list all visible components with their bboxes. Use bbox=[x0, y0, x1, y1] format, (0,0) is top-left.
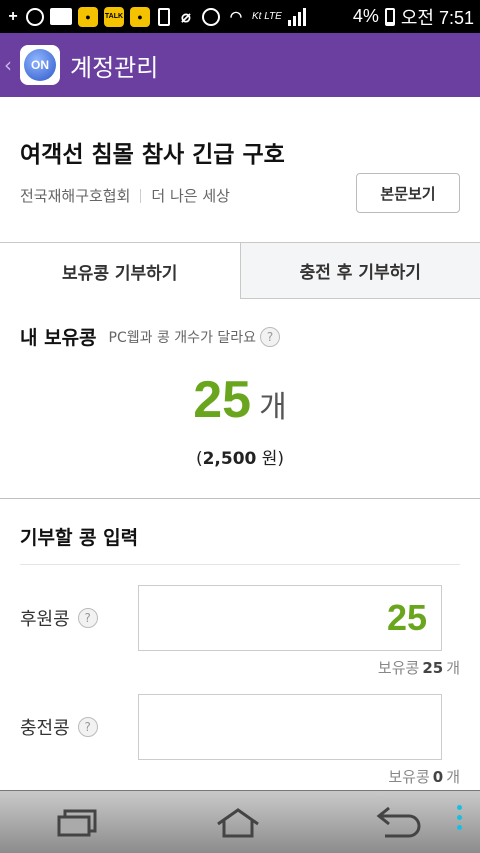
chevron-left-icon[interactable]: ‹ bbox=[4, 53, 20, 77]
alarm-icon bbox=[202, 7, 220, 26]
donation-tabs: 보유콩 기부하기 충전 후 기부하기 bbox=[0, 243, 480, 299]
help-icon[interactable]: ? bbox=[260, 326, 281, 347]
app-logo[interactable]: ON bbox=[20, 45, 60, 85]
donate-input-section: 기부할 콩 입력 후원콩 ? 25 보유콩 25 개 충전콩 ? 보유콩 0 개 bbox=[0, 499, 480, 787]
status-right: 4% 오전 7:51 bbox=[353, 4, 474, 30]
help-icon[interactable]: ? bbox=[77, 717, 98, 737]
app-title: 계정관리 bbox=[70, 53, 159, 82]
mute-icon: ⌀ bbox=[181, 8, 191, 26]
charge-beans-input[interactable] bbox=[138, 694, 442, 760]
charge-beans-label: 충전콩 ? bbox=[20, 714, 138, 740]
charge-beans-label-text: 충전콩 bbox=[20, 718, 70, 739]
support-beans-value: 25 bbox=[386, 597, 427, 638]
menu-icon[interactable] bbox=[457, 805, 462, 830]
support-beans-hint: 보유콩 25 개 bbox=[20, 657, 460, 678]
alarm-icon bbox=[26, 7, 44, 26]
recent-apps-icon[interactable] bbox=[57, 807, 101, 837]
campaign-slogan: 더 나은 세상 bbox=[151, 187, 230, 205]
charge-beans-hint: 보유콩 0 개 bbox=[20, 766, 460, 787]
hint-unit: 개 bbox=[446, 768, 460, 786]
gallery-icon bbox=[50, 8, 72, 25]
support-beans-row: 후원콩 ? 25 bbox=[20, 585, 460, 651]
app-logo-text: ON bbox=[24, 49, 56, 81]
organization-name: 전국재해구호협회 bbox=[20, 187, 131, 205]
view-content-button[interactable]: 본문보기 bbox=[356, 173, 460, 213]
system-icons: ⌀ ◠ Kt LTE bbox=[158, 7, 306, 27]
help-icon[interactable]: ? bbox=[77, 608, 98, 628]
tab-donate-owned[interactable]: 보유콩 기부하기 bbox=[0, 243, 240, 299]
battery-icon bbox=[384, 7, 395, 26]
won-unit: 원) bbox=[261, 449, 285, 469]
system-nav-bar bbox=[0, 790, 480, 853]
plus-icon: + bbox=[6, 6, 20, 27]
won-amount: 2,500 bbox=[202, 449, 257, 469]
signal-icon bbox=[287, 7, 306, 26]
hint-unit: 개 bbox=[446, 659, 460, 677]
support-beans-label-text: 후원콩 bbox=[20, 609, 70, 630]
beans-count: 25 bbox=[193, 371, 252, 429]
app-bar: ‹ ON 계정관리 bbox=[0, 33, 480, 97]
kakao-icon: ● bbox=[78, 6, 98, 27]
charge-beans-row: 충전콩 ? bbox=[20, 694, 460, 760]
screen-icon bbox=[158, 7, 170, 26]
beans-unit: 개 bbox=[259, 390, 287, 425]
campaign-title: 여객선 침몰 참사 긴급 구호 bbox=[20, 142, 285, 168]
home-icon[interactable] bbox=[214, 806, 262, 838]
won-open: ( bbox=[195, 449, 203, 469]
kakaotalk-icon: TALK bbox=[104, 6, 124, 27]
wifi-icon: ◠ bbox=[229, 8, 243, 24]
tab-charge-and-donate[interactable]: 충전 후 기부하기 bbox=[239, 243, 480, 299]
support-beans-label: 후원콩 ? bbox=[20, 605, 138, 631]
support-beans-input[interactable]: 25 bbox=[138, 585, 442, 651]
kakao-icon: ● bbox=[130, 6, 150, 27]
my-beans-note: PC웹과 콩 개수가 달라요 bbox=[108, 329, 257, 346]
status-bar: + ● TALK ● ⌀ ◠ Kt LTE 4% 오전 7:51 bbox=[0, 0, 480, 33]
my-beans-title: 내 보유콩 bbox=[20, 327, 97, 349]
battery-percent: 4% bbox=[352, 6, 379, 26]
clock: 오전 7:51 bbox=[400, 7, 474, 28]
beans-won-value: (2,500 원) bbox=[20, 444, 460, 469]
hint-count: 0 bbox=[432, 768, 444, 786]
hint-prefix: 보유콩 bbox=[388, 768, 430, 786]
hint-count: 25 bbox=[422, 659, 444, 677]
notification-icons: + ● TALK ● bbox=[6, 6, 150, 27]
carrier-label: Kt LTE bbox=[252, 11, 282, 22]
divider bbox=[140, 188, 142, 203]
campaign-header: 여객선 침몰 참사 긴급 구호 전국재해구호협회 더 나은 세상 본문보기 bbox=[0, 97, 480, 243]
donate-input-title: 기부할 콩 입력 bbox=[20, 523, 460, 565]
back-icon[interactable] bbox=[375, 806, 423, 838]
hint-prefix: 보유콩 bbox=[377, 659, 420, 677]
my-beans-header: 내 보유콩 PC웹과 콩 개수가 달라요 ? bbox=[20, 323, 460, 350]
my-beans-section: 내 보유콩 PC웹과 콩 개수가 달라요 ? 25 개 (2,500 원) bbox=[0, 299, 480, 499]
beans-count-display: 25 개 bbox=[20, 370, 460, 430]
